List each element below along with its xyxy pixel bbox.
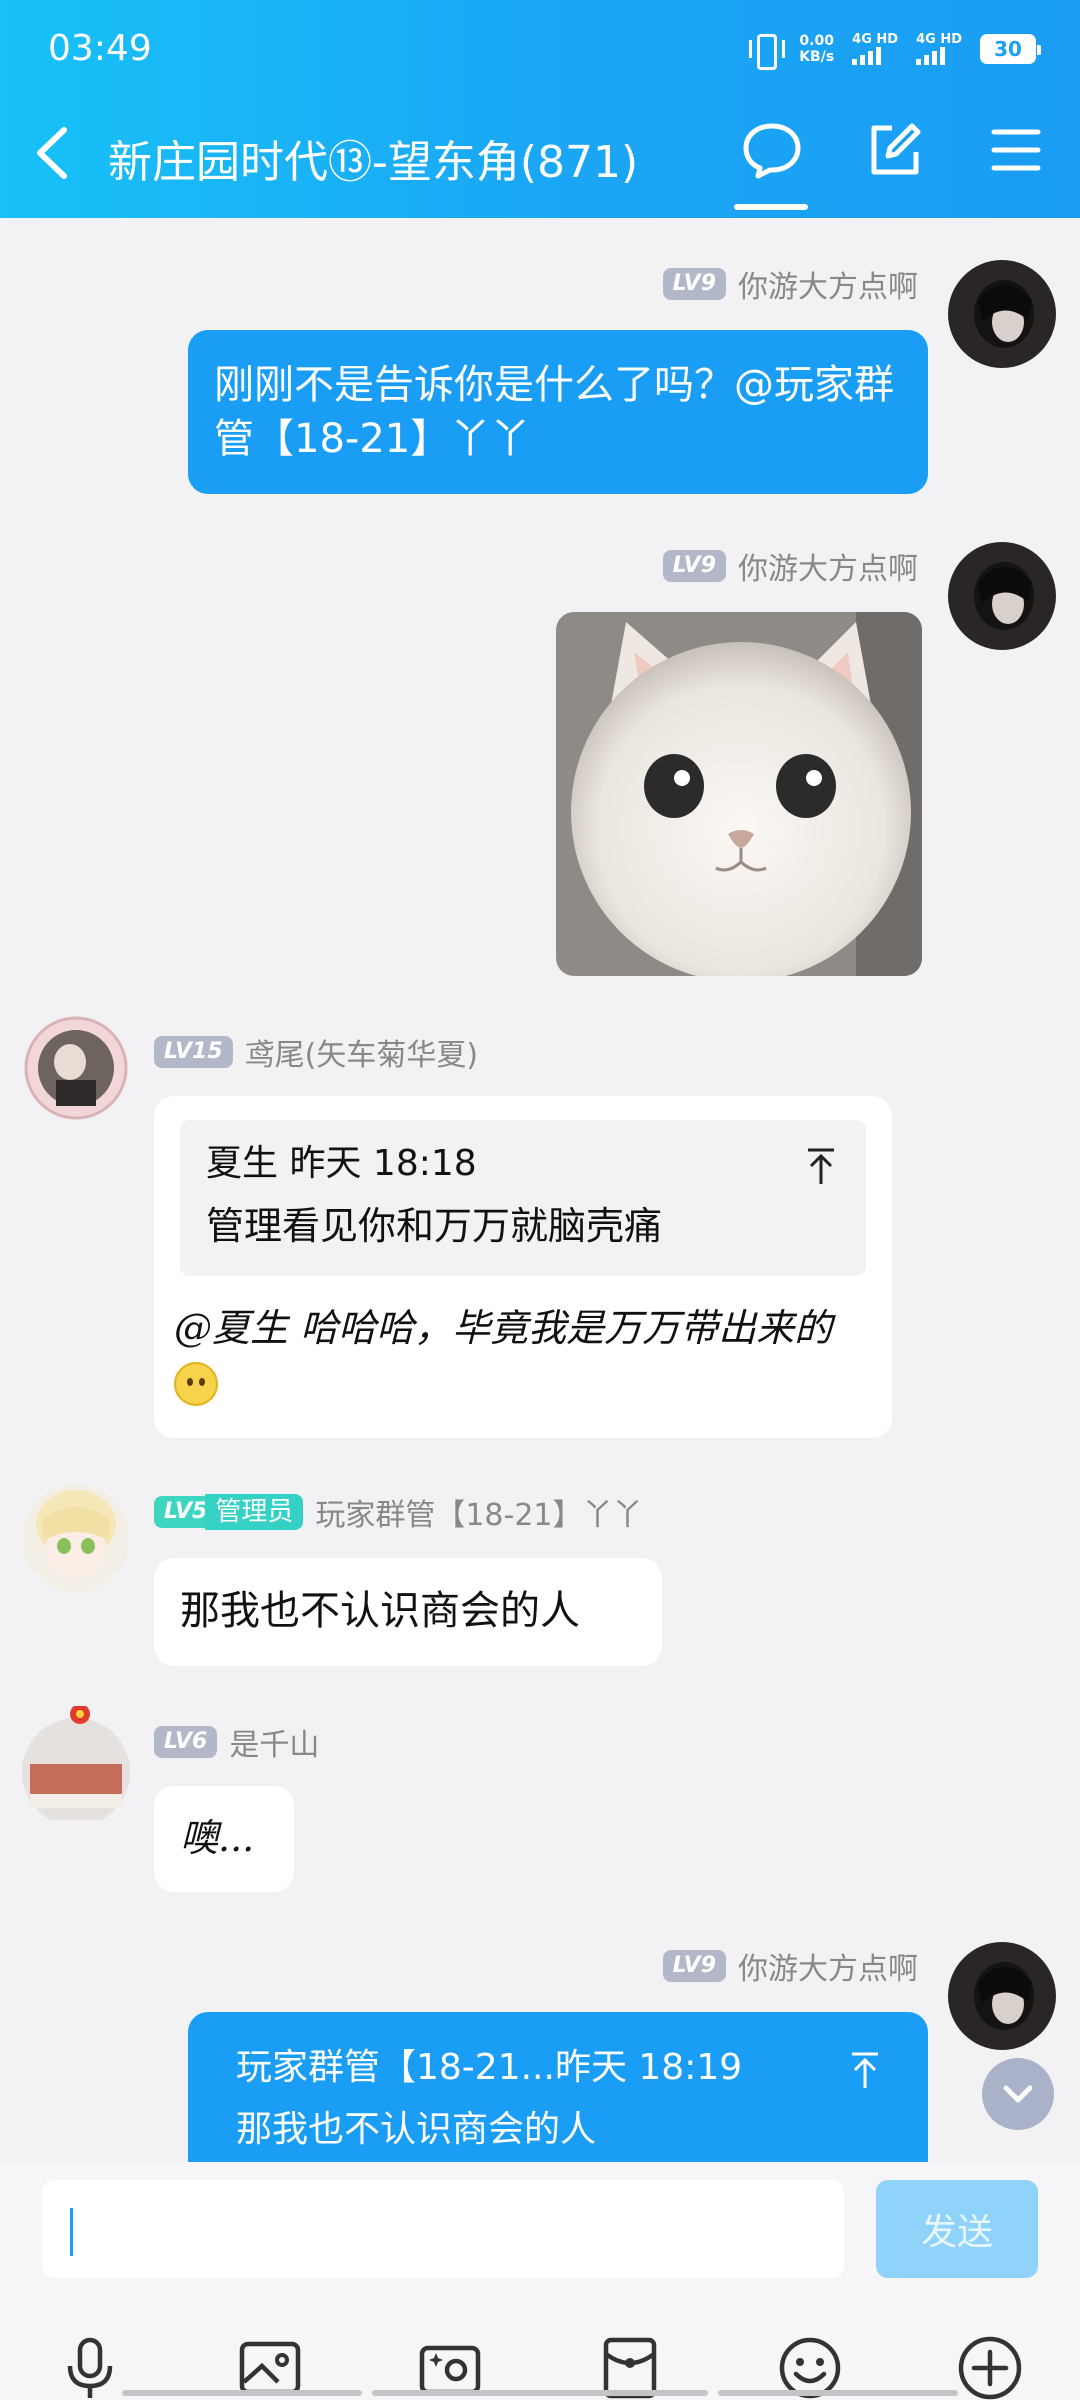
more-button[interactable]	[954, 2332, 1026, 2400]
sender-name[interactable]: 是千山	[229, 1720, 319, 1764]
send-button[interactable]: 发送	[876, 2180, 1038, 2278]
tab-active-indicator	[734, 204, 808, 210]
plus-icon	[958, 2336, 1022, 2400]
quote-time: 昨天 18:18	[289, 1143, 477, 1184]
scroll-to-bottom-button[interactable]	[982, 2058, 1054, 2130]
message-text: @夏生 哈哈哈，毕竟我是万万带出来的	[174, 1306, 833, 1350]
avatar[interactable]	[948, 542, 1056, 650]
jump-up-icon[interactable]	[848, 2050, 882, 2090]
level-badge: LV9	[662, 268, 726, 300]
message-text-container: @夏生 哈哈哈，毕竟我是万万带出来的	[174, 1302, 866, 1406]
message-text: 噢...	[180, 1816, 255, 1860]
net-speed-unit: KB/s	[799, 49, 835, 65]
message-meta: LV9 你游大方点啊	[662, 544, 918, 588]
message-meta: LV6 是千山	[154, 1720, 319, 1764]
white-cat-sticker[interactable]	[556, 612, 922, 976]
edit-icon	[871, 123, 921, 175]
menu-button[interactable]	[984, 118, 1048, 182]
nav-gesture-bar	[718, 2390, 958, 2396]
quote-header: 夏生 昨天 18:18	[206, 1140, 840, 1188]
text-caret	[70, 2208, 73, 2256]
chevron-left-icon	[37, 127, 67, 179]
message-meta: LV9 你游大方点啊	[662, 1944, 918, 1988]
avatar[interactable]	[948, 1942, 1056, 2050]
menu-icon	[991, 129, 1041, 171]
net-speed-value: 0.00	[799, 33, 834, 49]
avatar[interactable]	[948, 260, 1056, 368]
signal-2-icon	[916, 47, 946, 65]
message-meta: LV15 鸢尾(矢车菊华夏)	[154, 1030, 478, 1074]
quote-time: 昨天 18:19	[554, 2047, 743, 2088]
emoji-face-icon	[174, 1361, 218, 1406]
chevron-down-icon	[1003, 2085, 1033, 2103]
quote-text: 管理看见你和万万就脑壳痛	[206, 1204, 663, 1248]
quote-author: 玩家群管【18-21...	[236, 2047, 555, 2088]
sender-name[interactable]: 玩家群管【18-21】丫丫	[315, 1490, 642, 1534]
signal-2-label: 4G HD	[916, 32, 962, 47]
sender-name[interactable]: 你游大方点啊	[738, 544, 918, 588]
avatar[interactable]	[22, 1484, 130, 1592]
nav-gesture-bar	[122, 2390, 362, 2396]
level-badge: LV6	[154, 1726, 218, 1758]
nav-gesture-bar	[372, 2390, 708, 2396]
level-badge: LV9	[662, 1950, 726, 1982]
message-bubble[interactable]: 那我也不认识商会的人	[154, 1558, 662, 1666]
chat-bubble-icon	[743, 123, 801, 179]
microphone-icon	[67, 2337, 113, 2398]
battery-indicator: 30	[980, 34, 1041, 64]
chat-title[interactable]: 新庄园时代⑬-望东角(871)	[108, 126, 638, 190]
level-badge: LV15	[154, 1036, 233, 1068]
message-text: 刚刚不是告诉你是什么了吗？@玩家群管【18-21】丫丫	[214, 362, 894, 462]
quoted-message[interactable]: 玩家群管【18-21...昨天 18:19 那我也不认识商会的人	[236, 2042, 880, 2160]
tab-chat[interactable]	[740, 118, 804, 182]
message-bubble[interactable]: 刚刚不是告诉你是什么了吗？@玩家群管【18-21】丫丫	[188, 330, 928, 494]
voice-button[interactable]	[54, 2332, 126, 2400]
sender-name[interactable]: 鸢尾(矢车菊华夏)	[245, 1030, 478, 1074]
quote-author: 夏生	[206, 1143, 279, 1184]
status-icons: 0.00 KB/s 4G HD 4G HD 30	[747, 32, 1041, 70]
message-bubble[interactable]: 夏生 昨天 18:18 管理看见你和万万就脑壳痛 @夏生 哈哈哈，毕竟我是万万带…	[154, 1096, 892, 1438]
vibrate-icon	[747, 32, 786, 70]
signal-1: 4G HD	[852, 33, 898, 65]
back-button[interactable]	[28, 120, 78, 186]
message-bubble[interactable]: 噢...	[154, 1786, 294, 1892]
avatar[interactable]	[22, 1706, 130, 1820]
signal-1-icon	[852, 47, 882, 65]
tab-post[interactable]	[862, 118, 926, 182]
net-speed: 0.00 KB/s	[799, 33, 834, 65]
status-time: 03:49	[48, 28, 152, 69]
quoted-message[interactable]: 夏生 昨天 18:18 管理看见你和万万就脑壳痛	[180, 1120, 866, 1276]
quote-header: 玩家群管【18-21...昨天 18:19	[236, 2042, 880, 2094]
admin-badge: 管理员	[205, 1494, 304, 1530]
composer: 发送	[0, 2162, 1080, 2400]
level-badge: LV9	[662, 550, 726, 582]
message-meta: LV9 你游大方点啊	[662, 262, 918, 306]
role-badge-group: LV5 管理员	[154, 1494, 304, 1530]
sender-name[interactable]: 你游大方点啊	[738, 262, 918, 306]
header: 03:49 0.00 KB/s 4G HD 4G HD 30 新庄园时代⑬-望东…	[0, 0, 1080, 218]
message-text: 那我也不认识商会的人	[180, 1588, 580, 1634]
signal-1-label: 4G HD	[852, 32, 899, 47]
avatar[interactable]	[16, 1008, 136, 1128]
jump-up-icon[interactable]	[804, 1146, 838, 1186]
signal-2: 4G HD	[916, 33, 962, 65]
quote-text: 那我也不认识商会的人	[236, 2109, 597, 2150]
sender-name[interactable]: 你游大方点啊	[738, 1944, 918, 1988]
message-meta: LV5 管理员 玩家群管【18-21】丫丫	[154, 1490, 643, 1534]
message-input[interactable]	[42, 2180, 844, 2278]
